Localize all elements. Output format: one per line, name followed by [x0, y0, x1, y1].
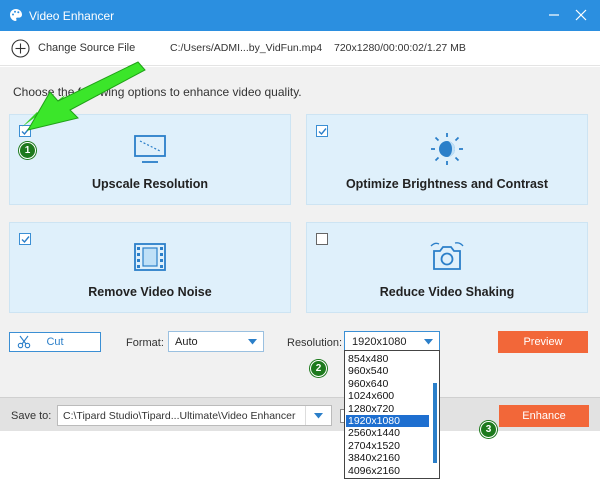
save-to-label: Save to:	[11, 410, 52, 422]
resolution-option[interactable]: 1280x720	[346, 403, 429, 415]
annotation-badge-1: 1	[19, 142, 36, 159]
resolution-value: 1920x1080	[352, 336, 407, 348]
change-source-button[interactable]: Change Source File	[38, 42, 135, 54]
source-file-path: C:/Users/ADMI...by_VidFun.mp4	[170, 42, 323, 54]
save-path-select[interactable]: C:\Tipard Studio\Tipard...Ultimate\Video…	[57, 405, 332, 426]
source-bar: Change Source File C:/Users/ADMI...by_Vi…	[0, 31, 600, 66]
preview-button[interactable]: Preview	[498, 331, 588, 353]
resolution-option[interactable]: 1024x600	[346, 390, 429, 402]
option-remove-noise[interactable]: Remove Video Noise	[9, 222, 291, 313]
checkmark-icon	[318, 127, 327, 135]
source-file-info: 720x1280/00:00:02/1.27 MB	[334, 42, 466, 54]
palette-icon	[10, 9, 22, 21]
shaking-label: Reduce Video Shaking	[379, 285, 515, 299]
option-reduce-shaking[interactable]: Reduce Video Shaking	[306, 222, 588, 313]
dropdown-scrollbar[interactable]	[431, 351, 439, 478]
minimize-button[interactable]	[545, 6, 563, 24]
add-file-icon[interactable]	[11, 39, 30, 58]
bottom-area	[0, 431, 600, 479]
format-label: Format:	[126, 337, 164, 349]
resolution-option[interactable]: 4096x2160	[346, 465, 429, 477]
upscale-label: Upscale Resolution	[92, 177, 208, 191]
noise-checkbox[interactable]	[19, 233, 31, 245]
shaking-checkbox[interactable]	[316, 233, 328, 245]
brightness-label: Optimize Brightness and Contrast	[345, 177, 549, 191]
resolution-option[interactable]: 3840x2160	[346, 452, 429, 464]
close-icon	[575, 9, 587, 21]
checkmark-icon	[21, 127, 30, 135]
minimize-icon	[549, 14, 559, 16]
checkmark-icon	[21, 235, 30, 243]
intro-text: Choose the following options to enhance …	[13, 85, 302, 99]
enhance-button[interactable]: Enhance	[499, 405, 589, 427]
format-value: Auto	[175, 336, 198, 348]
resolution-option[interactable]: 1920x1080	[346, 415, 429, 427]
upscale-checkbox[interactable]	[19, 125, 31, 137]
resolution-select[interactable]: 1920x1080	[344, 331, 440, 352]
annotation-badge-3: 3	[480, 421, 497, 438]
save-footer: Save to: C:\Tipard Studio\Tipard...Ultim…	[0, 397, 600, 431]
film-icon	[134, 243, 166, 271]
close-button[interactable]	[572, 6, 590, 24]
resolution-option[interactable]: 960x540	[346, 365, 429, 377]
resolution-option[interactable]: 854x480	[346, 353, 429, 365]
brightness-icon	[431, 133, 463, 165]
option-optimize-brightness[interactable]: Optimize Brightness and Contrast	[306, 114, 588, 205]
monitor-icon	[134, 135, 166, 163]
title-bar: Video Enhancer	[0, 0, 600, 31]
main-content: Choose the following options to enhance …	[0, 67, 600, 397]
save-path-value: C:\Tipard Studio\Tipard...Ultimate\Video…	[63, 410, 296, 422]
cut-button[interactable]: Cut	[9, 332, 101, 352]
camera-icon	[430, 242, 464, 270]
window-title: Video Enhancer	[29, 9, 115, 23]
save-path-dropdown-button[interactable]	[305, 406, 331, 425]
chevron-down-icon	[248, 339, 257, 345]
brightness-checkbox[interactable]	[316, 125, 328, 137]
resolution-label: Resolution:	[287, 337, 343, 349]
cut-label: Cut	[46, 336, 64, 348]
resolution-option[interactable]: 2704x1520	[346, 440, 429, 452]
chevron-down-icon	[314, 412, 323, 418]
scrollbar-thumb[interactable]	[433, 383, 437, 463]
format-select[interactable]: Auto	[168, 331, 264, 352]
option-upscale-resolution[interactable]: Upscale Resolution	[9, 114, 291, 205]
annotation-badge-2: 2	[310, 360, 327, 377]
resolution-dropdown-list[interactable]: 854x480 960x540 960x640 1024x600 1280x720 192…	[344, 350, 440, 479]
chevron-down-icon	[424, 339, 433, 345]
resolution-option[interactable]: 2560x1440	[346, 427, 429, 439]
resolution-option[interactable]: 960x640	[346, 378, 429, 390]
noise-label: Remove Video Noise	[88, 285, 212, 299]
